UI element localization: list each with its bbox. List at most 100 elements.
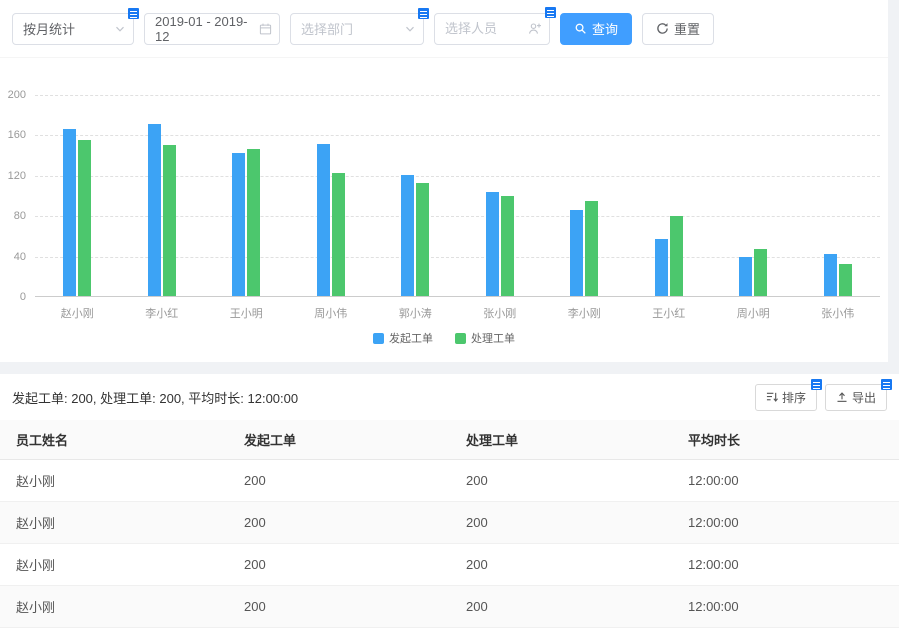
- x-axis-label: 赵小刚: [35, 305, 120, 321]
- bar: [416, 183, 429, 296]
- bar: [78, 140, 91, 296]
- stat-type-select[interactable]: 按月统计: [12, 13, 134, 45]
- gridline: [35, 95, 880, 96]
- table-row: 赵小刚20020012:00:00: [0, 502, 899, 544]
- legend-item[interactable]: 发起工单: [373, 330, 433, 346]
- sort-icon: [766, 391, 778, 403]
- bar: [670, 216, 683, 296]
- legend-item[interactable]: 处理工单: [455, 330, 515, 346]
- gridline: [35, 216, 880, 217]
- table-cell: 12:00:00: [672, 544, 899, 586]
- y-tick-label: 120: [0, 170, 26, 182]
- bar: [570, 210, 583, 296]
- summary-text: 发起工单: 200, 处理工单: 200, 平均时长: 12:00:00: [12, 388, 298, 407]
- date-range-value: 2019-01 - 2019-12: [155, 14, 253, 44]
- export-button[interactable]: 导出: [825, 384, 887, 411]
- annotation-badge-icon[interactable]: [545, 7, 556, 18]
- table-cell: 200: [228, 460, 450, 502]
- table-head: 员工姓名发起工单处理工单平均时长: [0, 420, 899, 460]
- bar: [332, 173, 345, 296]
- annotation-badge-icon[interactable]: [128, 8, 139, 19]
- table-cell: 200: [228, 586, 450, 628]
- x-axis-label: 周小明: [711, 305, 796, 321]
- date-range-input[interactable]: 2019-01 - 2019-12: [144, 13, 280, 45]
- y-axis: 04080120160200: [0, 95, 26, 297]
- table-cell: 200: [450, 460, 672, 502]
- workorder-table: 员工姓名发起工单处理工单平均时长 赵小刚20020012:00:00赵小刚200…: [0, 420, 899, 628]
- y-tick-label: 80: [0, 210, 26, 222]
- bar: [501, 196, 514, 296]
- calendar-icon: [259, 22, 272, 35]
- bar: [63, 129, 76, 296]
- bar: [655, 239, 668, 296]
- stat-type-value: 按月统计: [23, 19, 75, 38]
- search-icon: [574, 22, 587, 35]
- table-row: 赵小刚20020012:00:00: [0, 586, 899, 628]
- annotation-badge-icon[interactable]: [418, 8, 429, 19]
- y-tick-label: 200: [0, 89, 26, 101]
- sort-button-label: 排序: [782, 389, 806, 406]
- x-axis-label: 李小红: [120, 305, 205, 321]
- department-placeholder: 选择部门: [301, 19, 353, 38]
- bar: [148, 124, 161, 296]
- y-tick-label: 0: [0, 291, 26, 303]
- table-row: 赵小刚20020012:00:00: [0, 544, 899, 586]
- legend-label: 处理工单: [471, 330, 515, 346]
- chart-plot: [35, 95, 880, 297]
- x-axis-label: 郭小涛: [373, 305, 458, 321]
- bar: [839, 264, 852, 296]
- query-button[interactable]: 查询: [560, 13, 632, 45]
- legend-swatch: [373, 333, 384, 344]
- gridline: [35, 135, 880, 136]
- bar: [232, 153, 245, 296]
- query-button-label: 查询: [592, 19, 618, 38]
- x-axis-label: 李小刚: [542, 305, 627, 321]
- export-button-label: 导出: [852, 389, 876, 406]
- annotation-badge-icon[interactable]: [881, 379, 892, 390]
- table-cell: 200: [228, 502, 450, 544]
- bar: [754, 249, 767, 296]
- x-axis-label: 王小明: [204, 305, 289, 321]
- table-panel: 发起工单: 200, 处理工单: 200, 平均时长: 12:00:00 排序 …: [0, 374, 899, 604]
- table-header-cell: 处理工单: [450, 420, 672, 460]
- table-cell: 12:00:00: [672, 502, 899, 544]
- bar: [317, 144, 330, 297]
- x-axis-label: 张小伟: [796, 305, 881, 321]
- chart-legend: 发起工单 处理工单: [0, 330, 888, 346]
- table-cell: 赵小刚: [0, 586, 228, 628]
- gridline: [35, 176, 880, 177]
- bar: [486, 192, 499, 296]
- table-cell: 赵小刚: [0, 544, 228, 586]
- sort-button[interactable]: 排序: [755, 384, 817, 411]
- table-cell: 200: [450, 502, 672, 544]
- workorder-bar-chart: 0 40 80 120 160 200 赵小刚李小红王小明周小伟郭小涛张小刚李小刚王小红周…: [0, 58, 888, 358]
- export-icon: [836, 391, 848, 403]
- stats-panel: 按月统计 2019-01 - 2019-12 选择部门: [0, 0, 888, 362]
- legend-label: 发起工单: [389, 330, 433, 346]
- filter-toolbar: 按月统计 2019-01 - 2019-12 选择部门: [0, 0, 888, 58]
- bar: [247, 149, 260, 296]
- chevron-down-icon: [114, 23, 126, 35]
- table-body: 赵小刚20020012:00:00赵小刚20020012:00:00赵小刚200…: [0, 460, 899, 628]
- bar: [824, 254, 837, 296]
- refresh-icon: [656, 22, 669, 35]
- bar: [739, 257, 752, 296]
- summary-actions: 排序 导出: [755, 384, 887, 411]
- x-axis: 赵小刚李小红王小明周小伟郭小涛张小刚李小刚王小红周小明张小伟: [35, 305, 880, 321]
- reset-button-label: 重置: [674, 19, 700, 38]
- table-header-cell: 平均时长: [672, 420, 899, 460]
- bar: [585, 201, 598, 296]
- y-tick-label: 160: [0, 129, 26, 141]
- reset-button[interactable]: 重置: [642, 13, 714, 45]
- table-cell: 200: [450, 586, 672, 628]
- department-select[interactable]: 选择部门: [290, 13, 424, 45]
- x-axis-label: 张小刚: [458, 305, 543, 321]
- table-cell: 200: [228, 544, 450, 586]
- table-cell: 12:00:00: [672, 460, 899, 502]
- annotation-badge-icon[interactable]: [811, 379, 822, 390]
- chevron-down-icon: [404, 23, 416, 35]
- summary-bar: 发起工单: 200, 处理工单: 200, 平均时长: 12:00:00 排序 …: [0, 374, 899, 420]
- table-cell: 赵小刚: [0, 460, 228, 502]
- table-cell: 赵小刚: [0, 502, 228, 544]
- y-tick-label: 40: [0, 251, 26, 263]
